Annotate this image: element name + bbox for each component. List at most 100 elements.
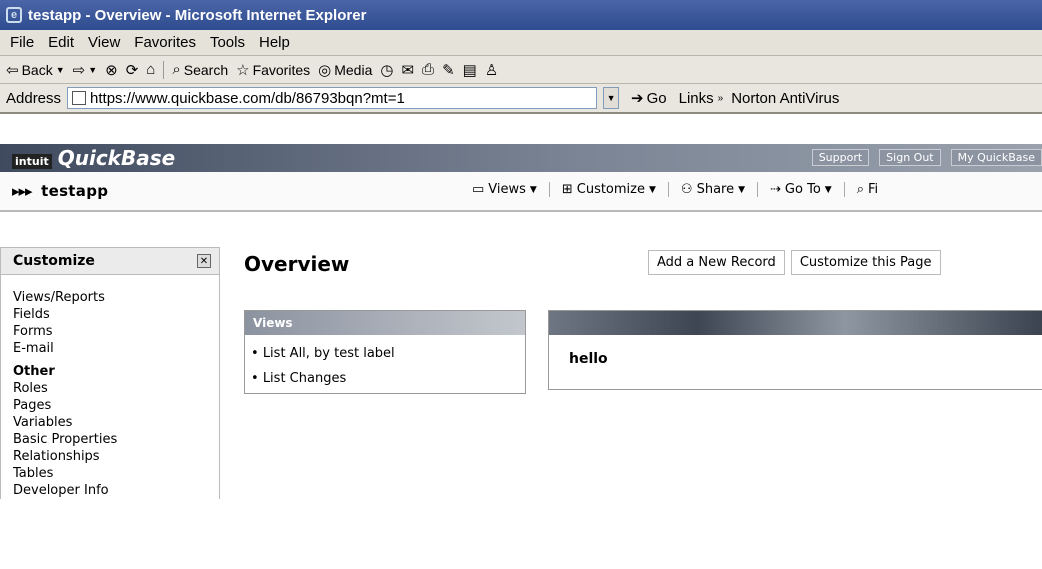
customize-menu-label: Customize xyxy=(576,182,645,197)
print-icon[interactable]: ⎙ xyxy=(422,61,434,78)
toolbar-separator xyxy=(163,60,165,79)
page-actions: Add a New Record Customize this Page xyxy=(648,250,947,275)
sidebar-item-basic-properties[interactable]: Basic Properties xyxy=(13,431,219,448)
sidebar-item-developer-info[interactable]: Developer Info xyxy=(13,482,219,499)
share-menu[interactable]: ⚇ Share ▼ xyxy=(669,182,759,197)
chevron-down-icon: ▼ xyxy=(529,184,537,195)
menu-edit[interactable]: Edit xyxy=(48,34,74,51)
address-dropdown-icon[interactable]: ▼ xyxy=(603,87,620,109)
view-link-list-changes[interactable]: List Changes xyxy=(251,366,525,391)
address-bar: Address https://www.quickbase.com/db/867… xyxy=(0,84,1042,114)
customize-page-button[interactable]: Customize this Page xyxy=(790,250,941,275)
sidebar-item-pages[interactable]: Pages xyxy=(13,397,219,414)
sidebar-item-email[interactable]: E-mail xyxy=(13,340,219,357)
menu-file[interactable]: File xyxy=(10,34,34,51)
menu-tools[interactable]: Tools xyxy=(210,34,245,51)
text-widget-content: hello xyxy=(569,351,608,367)
edit-icon[interactable]: ✎ xyxy=(442,61,455,79)
text-widget: hello xyxy=(548,310,1042,390)
goto-menu-label: Go To xyxy=(784,182,821,197)
app-bar: ▸▸▸ testapp ▭ Views ▼ ⊞ Customize ▼ ⚇ Sh… xyxy=(0,172,1042,212)
view-link-list-all[interactable]: List All, by test label xyxy=(251,341,525,366)
chevron-down-icon: ▼ xyxy=(649,184,656,195)
browser-toolbar: ⇦ Back ▼ ⇨ ▼ ⊗ ⟳ ⌂ ⌕ Search ☆ Favorites … xyxy=(0,56,1042,84)
sidebar-item-relationships[interactable]: Relationships xyxy=(13,448,219,465)
window-title: testapp - Overview - Microsoft Internet … xyxy=(28,6,367,24)
search-icon: ⌕ xyxy=(172,61,181,78)
home-icon[interactable]: ⌂ xyxy=(146,61,155,78)
goto-icon: ⇢ xyxy=(770,182,781,197)
views-menu[interactable]: ▭ Views ▼ xyxy=(460,182,550,197)
chevron-more-icon[interactable]: » xyxy=(718,93,724,104)
customize-panel-header: Customize ✕ xyxy=(0,247,220,275)
back-label: Back xyxy=(21,61,53,78)
text-widget-header xyxy=(549,311,1042,335)
views-menu-label: Views xyxy=(488,182,526,197)
support-link[interactable]: Support xyxy=(811,149,870,166)
stop-icon[interactable]: ⊗ xyxy=(105,61,118,79)
media-button[interactable]: ◎ Media xyxy=(318,61,372,79)
go-label: Go xyxy=(646,89,667,107)
views-widget: Views List All, by test label List Chang… xyxy=(244,310,526,394)
customize-panel-title: Customize xyxy=(13,253,95,269)
favorites-label: Favorites xyxy=(252,61,311,78)
refresh-icon[interactable]: ⟳ xyxy=(126,61,139,79)
chevron-down-icon: ▼ xyxy=(824,184,832,195)
forward-arrow-icon: ⇨ xyxy=(72,61,86,79)
menu-view[interactable]: View xyxy=(88,34,120,51)
go-button[interactable]: ➔ Go xyxy=(631,89,667,108)
goto-menu[interactable]: ⇢ Go To ▼ xyxy=(758,182,845,197)
sidebar-item-fields[interactable]: Fields xyxy=(13,306,219,323)
views-widget-header: Views xyxy=(245,311,525,335)
forward-button[interactable]: ⇨ ▼ xyxy=(73,61,98,79)
header-links: Support Sign Out My QuickBase xyxy=(811,149,1042,166)
back-button[interactable]: ⇦ Back ▼ xyxy=(6,61,65,79)
search-button[interactable]: ⌕ Search xyxy=(172,61,228,78)
sidebar-item-views-reports[interactable]: Views/Reports xyxy=(13,289,219,306)
sidebar-group-other: Other xyxy=(13,364,55,379)
quickbase-logo[interactable]: intuit QuickBase xyxy=(12,146,175,170)
media-icon: ◎ xyxy=(318,61,332,79)
history-icon[interactable]: ◷ xyxy=(380,61,393,79)
favorites-icon: ☆ xyxy=(236,61,250,79)
app-menus: ▭ Views ▼ ⊞ Customize ▼ ⚇ Share ▼ ⇢ Go T… xyxy=(460,182,890,197)
mail-icon[interactable]: ✉ xyxy=(401,61,414,79)
customize-panel-body: Views/Reports Fields Forms E-mail Other … xyxy=(0,275,220,499)
links-button[interactable]: Links xyxy=(679,90,714,107)
menu-help[interactable]: Help xyxy=(259,34,290,51)
address-label: Address xyxy=(6,89,62,107)
find-menu[interactable]: ⌕ Fi xyxy=(845,182,890,197)
find-menu-label: Fi xyxy=(867,182,879,197)
my-quickbase-link[interactable]: My QuickBase xyxy=(950,149,1042,166)
internet-explorer-icon: e xyxy=(6,7,22,23)
menu-favorites[interactable]: Favorites xyxy=(134,34,196,51)
add-new-record-button[interactable]: Add a New Record xyxy=(648,250,785,275)
sidebar-item-roles[interactable]: Roles xyxy=(13,380,219,397)
media-label: Media xyxy=(334,61,373,78)
intuit-logo: intuit xyxy=(12,154,52,169)
customize-menu[interactable]: ⊞ Customize ▼ xyxy=(550,182,669,197)
sign-out-link[interactable]: Sign Out xyxy=(879,149,941,166)
share-menu-label: Share xyxy=(696,182,735,197)
favorites-button[interactable]: ☆ Favorites xyxy=(236,61,310,79)
customize-panel: Customize ✕ Views/Reports Fields Forms E… xyxy=(0,247,220,569)
address-input[interactable]: https://www.quickbase.com/db/86793bqn?mt… xyxy=(67,87,598,109)
messenger-icon[interactable]: ♙ xyxy=(485,61,498,79)
sidebar-item-tables[interactable]: Tables xyxy=(13,465,219,482)
app-name[interactable]: ▸▸▸ testapp xyxy=(12,182,108,200)
views-icon: ▭ xyxy=(472,182,485,197)
page-icon xyxy=(72,91,87,105)
quickbase-header: intuit QuickBase Support Sign Out My Qui… xyxy=(0,144,1042,172)
customize-icon: ⊞ xyxy=(561,182,573,197)
norton-antivirus-button[interactable]: Norton AntiVirus xyxy=(731,90,839,107)
discuss-icon[interactable]: ▤ xyxy=(463,61,477,79)
close-icon[interactable]: ✕ xyxy=(197,254,211,268)
sidebar-item-variables[interactable]: Variables xyxy=(13,414,219,431)
chevron-down-icon: ▼ xyxy=(55,64,65,75)
sidebar-item-forms[interactable]: Forms xyxy=(13,323,219,340)
views-list: List All, by test label List Changes xyxy=(245,335,525,391)
window-titlebar: e testapp - Overview - Microsoft Interne… xyxy=(0,0,1042,30)
address-url: https://www.quickbase.com/db/86793bqn?mt… xyxy=(90,89,405,107)
menu-bar: File Edit View Favorites Tools Help xyxy=(0,30,1042,56)
search-label: Search xyxy=(183,61,229,78)
